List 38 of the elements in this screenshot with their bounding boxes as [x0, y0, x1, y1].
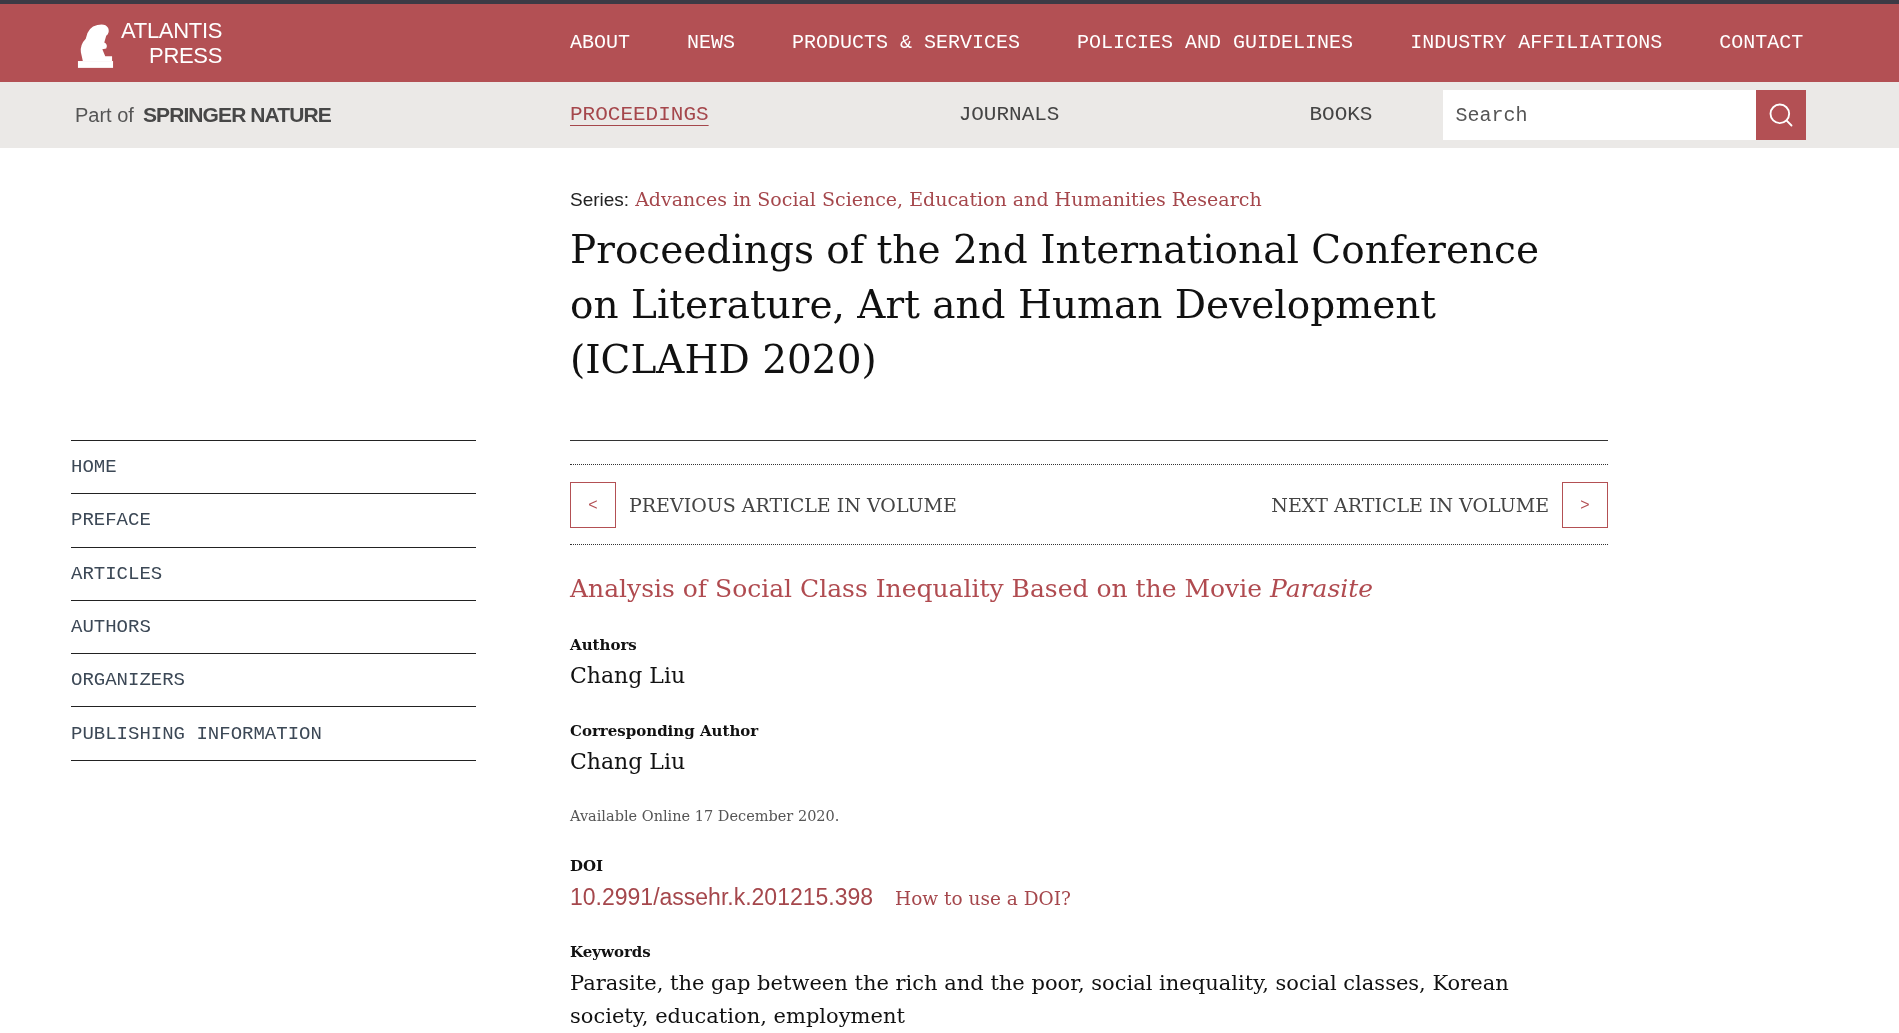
search-field[interactable]: Search [1443, 90, 1757, 140]
sidebar-link[interactable]: AUTHORS [71, 600, 476, 654]
nav-link[interactable]: INDUSTRY AFFILIATIONS [1410, 31, 1663, 55]
doi-link[interactable]: 10.2991/assehr.k.201215.398 [570, 881, 874, 913]
keywords-text: Parasite, the gap between the rich and the poor, social inequality, social classes, Korean society, education, employment [570, 970, 1510, 1030]
field-value: Chang Liu [570, 662, 687, 690]
sidebar-link[interactable]: PREFACE [71, 494, 476, 547]
nav-link[interactable]: ABOUT [570, 31, 630, 55]
logo-wordmark: ATLANTIS PRESS [121, 18, 223, 68]
field-label: Authors [570, 635, 638, 656]
search-button[interactable] [1756, 90, 1807, 140]
nav-link[interactable]: PRODUCTS & SERVICES [792, 31, 1021, 55]
series-link[interactable]: Advances in Social Science, Education and Humanities Research [635, 185, 1262, 213]
nav-link[interactable]: NEWS [687, 31, 736, 55]
sidebar-link[interactable]: PUBLISHING INFORMATION [71, 707, 476, 760]
sidebar-link[interactable]: HOME [71, 441, 476, 494]
section-tab[interactable]: JOURNALS [958, 102, 1060, 128]
field-label: Corresponding Author [570, 721, 760, 742]
section-tab[interactable]: PROCEEDINGS [570, 102, 709, 128]
previous-article-link[interactable]: PREVIOUS ARTICLE IN VOLUME [629, 494, 957, 516]
sidebar-link[interactable]: ARTICLES [71, 547, 476, 600]
next-button[interactable]: > [1562, 482, 1608, 528]
field-label: Keywords [570, 942, 652, 963]
availability-note: Available Online 17 December 2020. [570, 807, 841, 826]
nav-link[interactable]: CONTACT [1719, 31, 1804, 55]
series-label: Series: [570, 188, 630, 212]
article-title: Analysis of Social Class Inequality Based on the Movie Parasite [570, 573, 1375, 605]
nav-link[interactable]: POLICIES AND GUIDELINES [1077, 31, 1354, 55]
section-tab[interactable]: BOOKS [1309, 102, 1373, 128]
affiliation-prefix: Part of [75, 104, 134, 127]
doi-help-link[interactable]: How to use a DOI? [895, 883, 1071, 915]
field-value: Chang Liu [570, 748, 687, 776]
next-article-link[interactable]: NEXT ARTICLE IN VOLUME [1271, 494, 1549, 516]
partner-wordmark: SPRINGER NATURE [142, 103, 331, 127]
field-label: DOI [570, 856, 605, 877]
sidebar-link[interactable]: ORGANIZERS [71, 654, 476, 707]
page-title: Proceedings of the 2nd International Conference on Literature, Art and Human Development (ICLAHD 2020) [570, 226, 1541, 384]
previous-button[interactable]: < [570, 482, 616, 528]
